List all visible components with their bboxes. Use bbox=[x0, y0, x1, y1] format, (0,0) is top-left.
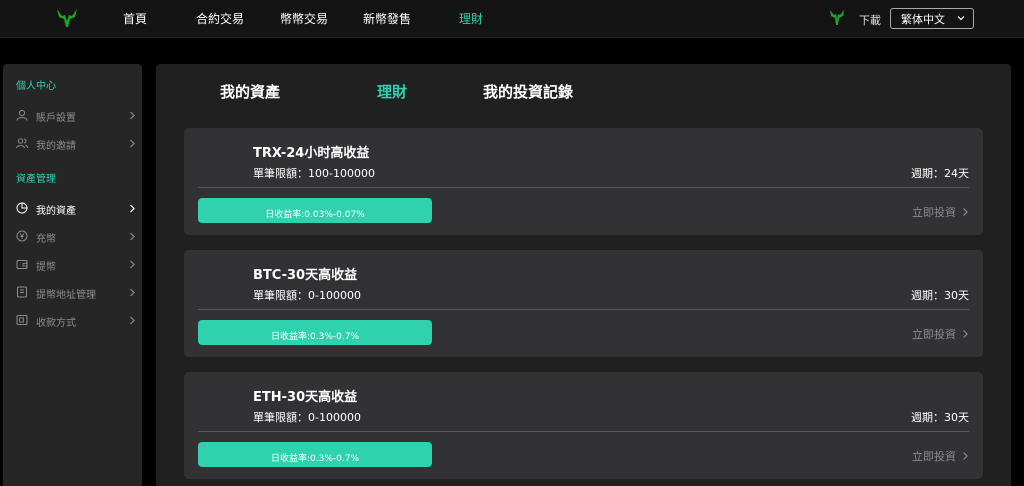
nav-spot-trading[interactable]: 幣幣交易 bbox=[280, 10, 328, 27]
chevron-right-icon bbox=[130, 316, 135, 325]
daily-rate-bar: 日收益率:0.3%-0.7% bbox=[198, 320, 432, 345]
invest-now-label: 立即投資 bbox=[912, 328, 956, 341]
chevron-right-icon bbox=[130, 204, 135, 213]
main-panel: 我的資產 理財 我的投資記錄 TRX-24小时高收益 單筆限額：100-1000… bbox=[156, 64, 1011, 486]
card-divider bbox=[198, 431, 969, 432]
product-period: 週期：24天 bbox=[911, 167, 969, 180]
sidebar-item-label: 收款方式 bbox=[36, 318, 76, 329]
chevron-right-icon bbox=[130, 111, 135, 120]
daily-rate-bar: 日收益率:0.3%-0.7% bbox=[198, 442, 432, 467]
chevron-right-icon bbox=[130, 288, 135, 297]
card-divider bbox=[198, 187, 969, 188]
tab-finance[interactable]: 理財 bbox=[377, 81, 407, 102]
users-icon bbox=[16, 138, 28, 149]
product-card-trx: TRX-24小时高收益 單筆限額：100-100000 週期：24天 日收益率:… bbox=[184, 128, 983, 235]
brand-logo-icon[interactable] bbox=[55, 7, 79, 29]
sidebar: 個人中心 賬戶設置 我的邀請 資產管理 我的資產 充幣 提幣 提幣地址管理 收款… bbox=[3, 64, 142, 486]
tab-investment-records[interactable]: 我的投資記錄 bbox=[483, 81, 573, 102]
daily-rate-text: 日收益率:0.3%-0.7% bbox=[270, 454, 359, 464]
daily-rate-text: 日收益率:0.03%-0.07% bbox=[265, 210, 365, 220]
product-limit: 單筆限額：0-100000 bbox=[253, 289, 361, 302]
chevron-right-icon bbox=[963, 208, 968, 216]
user-icon bbox=[16, 109, 28, 121]
invest-now-label: 立即投資 bbox=[912, 450, 956, 463]
download-link[interactable]: 下載 bbox=[859, 12, 881, 28]
product-limit: 單筆限額：100-100000 bbox=[253, 167, 375, 180]
sidebar-item-label: 提幣 bbox=[36, 262, 56, 273]
wallet-icon bbox=[16, 260, 28, 269]
language-select[interactable]: 繁体中文 bbox=[890, 8, 974, 29]
sidebar-item-label: 充幣 bbox=[36, 234, 56, 245]
sidebar-item-label: 我的資產 bbox=[36, 206, 76, 217]
tab-my-assets[interactable]: 我的資產 bbox=[220, 81, 280, 102]
product-limit: 單筆限額：0-100000 bbox=[253, 411, 361, 424]
nav-new-coin-launch[interactable]: 新幣發售 bbox=[363, 10, 411, 27]
product-title: TRX-24小时高收益 bbox=[253, 146, 370, 161]
product-title: BTC-30天高收益 bbox=[253, 268, 358, 283]
product-period: 週期：30天 bbox=[911, 411, 969, 424]
nav-finance[interactable]: 理財 bbox=[459, 10, 483, 27]
top-navigation-bar: 首頁 合約交易 幣幣交易 新幣發售 理財 下載 繁体中文 bbox=[0, 0, 1024, 38]
address-book-icon bbox=[17, 286, 27, 298]
sidebar-section-asset-management: 資產管理 bbox=[16, 174, 56, 185]
invest-now-button[interactable]: 立即投資 bbox=[912, 448, 969, 464]
daily-rate-text: 日收益率:0.3%-0.7% bbox=[270, 332, 359, 342]
product-card-btc: BTC-30天高收益 單筆限額：0-100000 週期：30天 日收益率:0.3… bbox=[184, 250, 983, 357]
invest-now-button[interactable]: 立即投資 bbox=[912, 204, 969, 220]
chevron-right-icon bbox=[963, 452, 968, 460]
sidebar-item-deposit[interactable]: 充幣 bbox=[3, 227, 142, 247]
sidebar-section-personal-center: 個人中心 bbox=[16, 81, 56, 92]
chevron-right-icon bbox=[963, 330, 968, 338]
sidebar-item-label: 賬戶設置 bbox=[36, 113, 76, 124]
sidebar-item-withdraw-address-management[interactable]: 提幣地址管理 bbox=[3, 283, 142, 303]
sidebar-item-payment-methods[interactable]: 收款方式 bbox=[3, 311, 142, 331]
sidebar-item-my-assets[interactable]: 我的資產 bbox=[3, 199, 142, 219]
sidebar-item-account-settings[interactable]: 賬戶設置 bbox=[3, 106, 142, 126]
language-value: 繁体中文 bbox=[901, 12, 945, 26]
card-divider bbox=[198, 309, 969, 310]
chevron-right-icon bbox=[130, 232, 135, 241]
payment-icon bbox=[16, 315, 28, 325]
chevron-down-icon bbox=[957, 16, 965, 21]
sidebar-item-label: 提幣地址管理 bbox=[36, 290, 96, 301]
daily-rate-bar: 日收益率:0.03%-0.07% bbox=[198, 198, 432, 223]
sidebar-item-withdraw[interactable]: 提幣 bbox=[3, 255, 142, 275]
pie-chart-icon bbox=[16, 202, 28, 214]
product-title: ETH-30天高收益 bbox=[253, 390, 358, 405]
download-app-icon[interactable] bbox=[829, 8, 845, 28]
nav-contract-trading[interactable]: 合約交易 bbox=[196, 10, 244, 27]
sidebar-item-label: 我的邀請 bbox=[36, 141, 76, 152]
nav-home[interactable]: 首頁 bbox=[123, 10, 147, 27]
product-period: 週期：30天 bbox=[911, 289, 969, 302]
chevron-right-icon bbox=[130, 260, 135, 269]
invest-now-button[interactable]: 立即投資 bbox=[912, 326, 969, 342]
chevron-right-icon bbox=[130, 139, 135, 148]
invest-now-label: 立即投資 bbox=[912, 206, 956, 219]
coin-icon bbox=[16, 230, 28, 242]
product-card-eth: ETH-30天高收益 單筆限額：0-100000 週期：30天 日收益率:0.3… bbox=[184, 372, 983, 479]
sidebar-item-my-invitations[interactable]: 我的邀請 bbox=[3, 134, 142, 154]
